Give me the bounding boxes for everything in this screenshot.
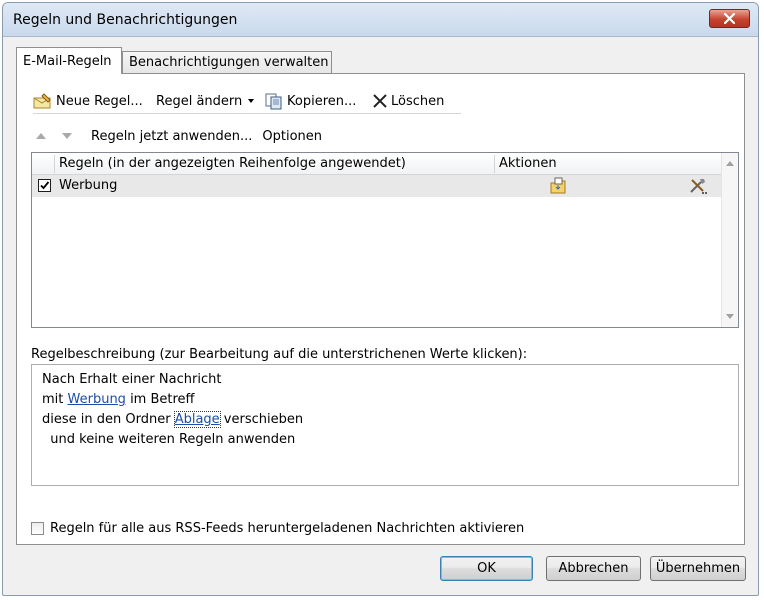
new-rule-label: Neue Regel... [56,93,143,109]
description-line: diese in den Ordner Ablage verschieben [42,410,728,430]
rule-description-box: Nach Erhalt einer Nachricht mit Werbung … [31,364,739,486]
description-text: im Betreff [125,392,195,407]
options-link[interactable]: Optionen [262,129,322,144]
checkmark-icon [40,181,50,190]
rules-list-scrollbar[interactable] [721,153,738,327]
close-icon [724,13,735,24]
delete-icon [373,94,387,108]
ok-button[interactable]: OK [440,556,533,581]
cancel-button[interactable]: Abbrechen [546,556,641,581]
scroll-up-icon[interactable] [726,161,734,166]
rules-dialog: Regeln und Benachrichtigungen E-Mail-Reg… [2,2,759,596]
description-line: und keine weiteren Regeln anwenden [42,430,728,450]
tab-manage-notifications[interactable]: Benachrichtigungen verwalten [122,51,332,74]
column-header-rules[interactable]: Regeln (in der angezeigten Reihenfolge a… [59,156,406,171]
rules-list-header: Regeln (in der angezeigten Reihenfolge a… [32,153,721,175]
description-text: Nach Erhalt einer Nachricht [42,372,222,387]
rule-name: Werbung [59,178,118,193]
description-text: und keine weiteren Regeln anwenden [42,432,296,447]
rss-rules-checkbox[interactable] [31,522,44,535]
copy-icon [265,93,282,110]
tools-icon [690,179,707,194]
subject-keyword-link[interactable]: Werbung [68,392,126,407]
move-to-folder-icon [550,177,566,194]
copy-rule-button[interactable]: Kopieren... [264,91,356,111]
change-rule-label: Regel ändern [156,93,243,109]
table-row[interactable]: Werbung [32,175,721,197]
description-text: mit [42,392,68,407]
column-separator[interactable] [54,155,55,173]
dropdown-arrow-icon [248,99,255,103]
rss-option[interactable]: Regeln für alle aus RSS-Feeds herunterge… [31,521,524,536]
rule-description-label: Regelbeschreibung (zur Bearbeitung auf d… [31,347,528,362]
apply-rules-now-link[interactable]: Regeln jetzt anwenden... [91,129,252,144]
description-text: verschieben [219,412,304,427]
new-rule-button[interactable]: Neue Regel... [33,91,143,111]
copy-rule-label: Kopieren... [287,93,357,109]
close-button[interactable] [709,9,750,28]
rules-list[interactable]: Regeln (in der angezeigten Reihenfolge a… [31,152,739,328]
rss-option-label: Regeln für alle aus RSS-Feeds herunterge… [50,521,525,536]
rules-action-bar: Regeln jetzt anwenden... Optionen [35,126,322,146]
column-separator[interactable] [494,155,495,173]
window-title: Regeln und Benachrichtigungen [13,12,238,28]
description-line: mit Werbung im Betreff [42,390,728,410]
email-rules-panel: Neue Regel... Regel ändern Kopieren... L… [16,73,745,545]
title-bar[interactable]: Regeln und Benachrichtigungen [3,3,758,37]
move-down-icon[interactable] [61,132,73,140]
change-rule-button[interactable]: Regel ändern [156,91,257,111]
new-rule-icon [33,93,51,109]
delete-rule-label: Löschen [391,93,445,109]
description-text: diese in den Ordner [42,412,175,427]
apply-button[interactable]: Übernehmen [650,556,746,581]
scroll-down-icon[interactable] [726,314,734,319]
description-line: Nach Erhalt einer Nachricht [42,370,728,390]
tab-email-rules[interactable]: E-Mail-Regeln [16,47,122,74]
move-up-icon[interactable] [35,132,47,140]
rule-enabled-checkbox[interactable] [38,179,51,192]
column-header-actions[interactable]: Aktionen [499,156,557,171]
delete-rule-button[interactable]: Löschen [372,91,444,111]
rules-toolbar: Neue Regel... Regel ändern Kopieren... L… [33,88,461,114]
target-folder-link[interactable]: Ablage [173,411,221,428]
